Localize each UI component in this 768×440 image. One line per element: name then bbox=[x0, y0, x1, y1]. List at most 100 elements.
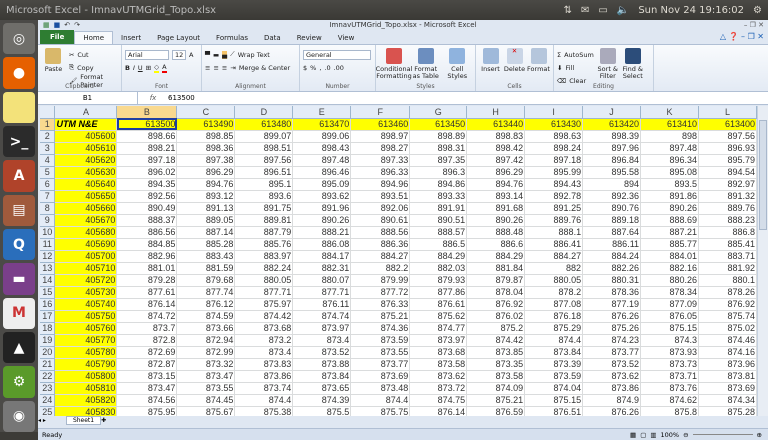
cell-a2[interactable]: 405600 bbox=[54, 130, 118, 143]
cell-f13[interactable]: 882.2 bbox=[350, 262, 411, 275]
row-header[interactable]: 16 bbox=[40, 298, 56, 311]
cell-d2[interactable]: 899.07 bbox=[234, 130, 294, 143]
gmail-icon[interactable]: M bbox=[3, 297, 35, 329]
cell-l25[interactable]: 875.28 bbox=[698, 406, 757, 416]
cell-g11[interactable]: 886.5 bbox=[409, 238, 468, 251]
cell-f17[interactable]: 875.21 bbox=[350, 310, 411, 323]
cell-e25[interactable]: 875.5 bbox=[292, 406, 352, 416]
cell-f1[interactable]: 613460 bbox=[350, 118, 411, 131]
column-header-i[interactable]: I bbox=[524, 106, 584, 119]
underline-button[interactable]: U bbox=[138, 64, 143, 72]
cell-k17[interactable]: 876.05 bbox=[640, 310, 699, 323]
cell-j1[interactable]: 613420 bbox=[582, 118, 642, 131]
cell-a19[interactable]: 405770 bbox=[54, 334, 118, 347]
cell-l20[interactable]: 874.16 bbox=[698, 346, 757, 359]
cell-g20[interactable]: 873.68 bbox=[409, 346, 468, 359]
cell-f2[interactable]: 898.97 bbox=[350, 130, 411, 143]
cell-c9[interactable]: 889.05 bbox=[176, 214, 236, 227]
fill-button[interactable]: ⬇ Fill bbox=[557, 61, 594, 74]
cell-f21[interactable]: 873.77 bbox=[350, 358, 411, 371]
row-header[interactable]: 4 bbox=[40, 154, 56, 167]
cell-h19[interactable]: 874.42 bbox=[466, 334, 526, 347]
cell-b19[interactable]: 872.8 bbox=[116, 334, 178, 347]
select-all-corner[interactable] bbox=[40, 106, 56, 119]
row-header[interactable]: 15 bbox=[40, 286, 56, 299]
cell-f10[interactable]: 888.56 bbox=[350, 226, 411, 239]
cell-a3[interactable]: 405610 bbox=[54, 142, 118, 155]
cell-l15[interactable]: 878.26 bbox=[698, 286, 757, 299]
cell-d24[interactable]: 874.4 bbox=[234, 394, 294, 407]
cell-a6[interactable]: 405640 bbox=[54, 178, 118, 191]
cell-g8[interactable]: 891.91 bbox=[409, 202, 468, 215]
cell-e17[interactable]: 874.74 bbox=[292, 310, 352, 323]
cell-a7[interactable]: 405650 bbox=[54, 190, 118, 203]
cell-f12[interactable]: 884.27 bbox=[350, 250, 411, 263]
cell-k7[interactable]: 891.86 bbox=[640, 190, 699, 203]
cell-a24[interactable]: 405820 bbox=[54, 394, 118, 407]
cell-l18[interactable]: 875.02 bbox=[698, 322, 757, 335]
cell-i5[interactable]: 895.99 bbox=[524, 166, 584, 179]
cell-k8[interactable]: 890.26 bbox=[640, 202, 699, 215]
cell-d16[interactable]: 875.97 bbox=[234, 298, 294, 311]
cell-k25[interactable]: 875.8 bbox=[640, 406, 699, 416]
cell-g19[interactable]: 873.97 bbox=[409, 334, 468, 347]
row-header[interactable]: 23 bbox=[40, 382, 56, 395]
cell-e21[interactable]: 873.88 bbox=[292, 358, 352, 371]
cell-j5[interactable]: 895.58 bbox=[582, 166, 642, 179]
cell-l5[interactable]: 894.54 bbox=[698, 166, 757, 179]
cell-i1[interactable]: 613430 bbox=[524, 118, 584, 131]
align-right-icon[interactable]: ≡ bbox=[222, 64, 227, 72]
cell-k6[interactable]: 893.5 bbox=[640, 178, 699, 191]
cell-g4[interactable]: 897.35 bbox=[409, 154, 468, 167]
cell-i4[interactable]: 897.18 bbox=[524, 154, 584, 167]
cell-c23[interactable]: 873.55 bbox=[176, 382, 236, 395]
cell-g5[interactable]: 896.3 bbox=[409, 166, 468, 179]
cell-c21[interactable]: 873.32 bbox=[176, 358, 236, 371]
cell-h21[interactable]: 873.35 bbox=[466, 358, 526, 371]
cell-h7[interactable]: 893.14 bbox=[466, 190, 526, 203]
row-header[interactable]: 22 bbox=[40, 370, 56, 383]
sheet-tab-sheet1[interactable]: Sheet1 bbox=[65, 415, 102, 425]
row-header[interactable]: 17 bbox=[40, 310, 56, 323]
grow-font-icon[interactable]: A bbox=[189, 51, 193, 59]
cell-j17[interactable]: 876.26 bbox=[582, 310, 642, 323]
cell-k23[interactable]: 873.76 bbox=[640, 382, 699, 395]
cell-l22[interactable]: 873.81 bbox=[698, 370, 757, 383]
cell-i8[interactable]: 891.25 bbox=[524, 202, 584, 215]
cell-e5[interactable]: 896.46 bbox=[292, 166, 352, 179]
cell-l24[interactable]: 874.34 bbox=[698, 394, 757, 407]
cell-i25[interactable]: 876.51 bbox=[524, 406, 584, 416]
cell-b1[interactable]: 613500 bbox=[116, 118, 178, 131]
italic-button[interactable]: I bbox=[133, 64, 135, 72]
cell-j8[interactable]: 890.76 bbox=[582, 202, 642, 215]
cell-e13[interactable]: 882.31 bbox=[292, 262, 352, 275]
column-header-l[interactable]: L bbox=[698, 106, 757, 119]
cell-f22[interactable]: 873.69 bbox=[350, 370, 411, 383]
indent-icon[interactable]: ⇥ bbox=[230, 64, 235, 72]
cell-c17[interactable]: 874.59 bbox=[176, 310, 236, 323]
paste-button[interactable]: Paste bbox=[41, 48, 66, 87]
gear-icon[interactable]: ⚙ bbox=[753, 5, 762, 16]
cell-d15[interactable]: 877.71 bbox=[234, 286, 294, 299]
cell-k21[interactable]: 873.73 bbox=[640, 358, 699, 371]
cell-f11[interactable]: 886.36 bbox=[350, 238, 411, 251]
cell-i9[interactable]: 889.76 bbox=[524, 214, 584, 227]
cell-b25[interactable]: 875.95 bbox=[116, 406, 178, 416]
cell-e8[interactable]: 891.96 bbox=[292, 202, 352, 215]
row-header[interactable]: 21 bbox=[40, 358, 56, 371]
cell-k13[interactable]: 882.16 bbox=[640, 262, 699, 275]
cell-b12[interactable]: 882.96 bbox=[116, 250, 178, 263]
number-format-select[interactable]: General bbox=[303, 49, 371, 60]
cell-f18[interactable]: 874.36 bbox=[350, 322, 411, 335]
cell-a16[interactable]: 405740 bbox=[54, 298, 118, 311]
cell-h9[interactable]: 890.26 bbox=[466, 214, 526, 227]
cell-g3[interactable]: 898.31 bbox=[409, 142, 468, 155]
orientation-icon[interactable]: ⟋ bbox=[230, 50, 235, 59]
system-tray[interactable]: ⇅ ✉ ▭ 🔈 Sun Nov 24 19:16:02 ⚙ bbox=[564, 5, 762, 16]
cell-a18[interactable]: 405760 bbox=[54, 322, 118, 335]
cell-c10[interactable]: 887.14 bbox=[176, 226, 236, 239]
cell-h25[interactable]: 876.59 bbox=[466, 406, 526, 416]
tab-data[interactable]: Data bbox=[256, 32, 289, 44]
cell-j12[interactable]: 884.24 bbox=[582, 250, 642, 263]
tab-insert[interactable]: Insert bbox=[113, 32, 149, 44]
